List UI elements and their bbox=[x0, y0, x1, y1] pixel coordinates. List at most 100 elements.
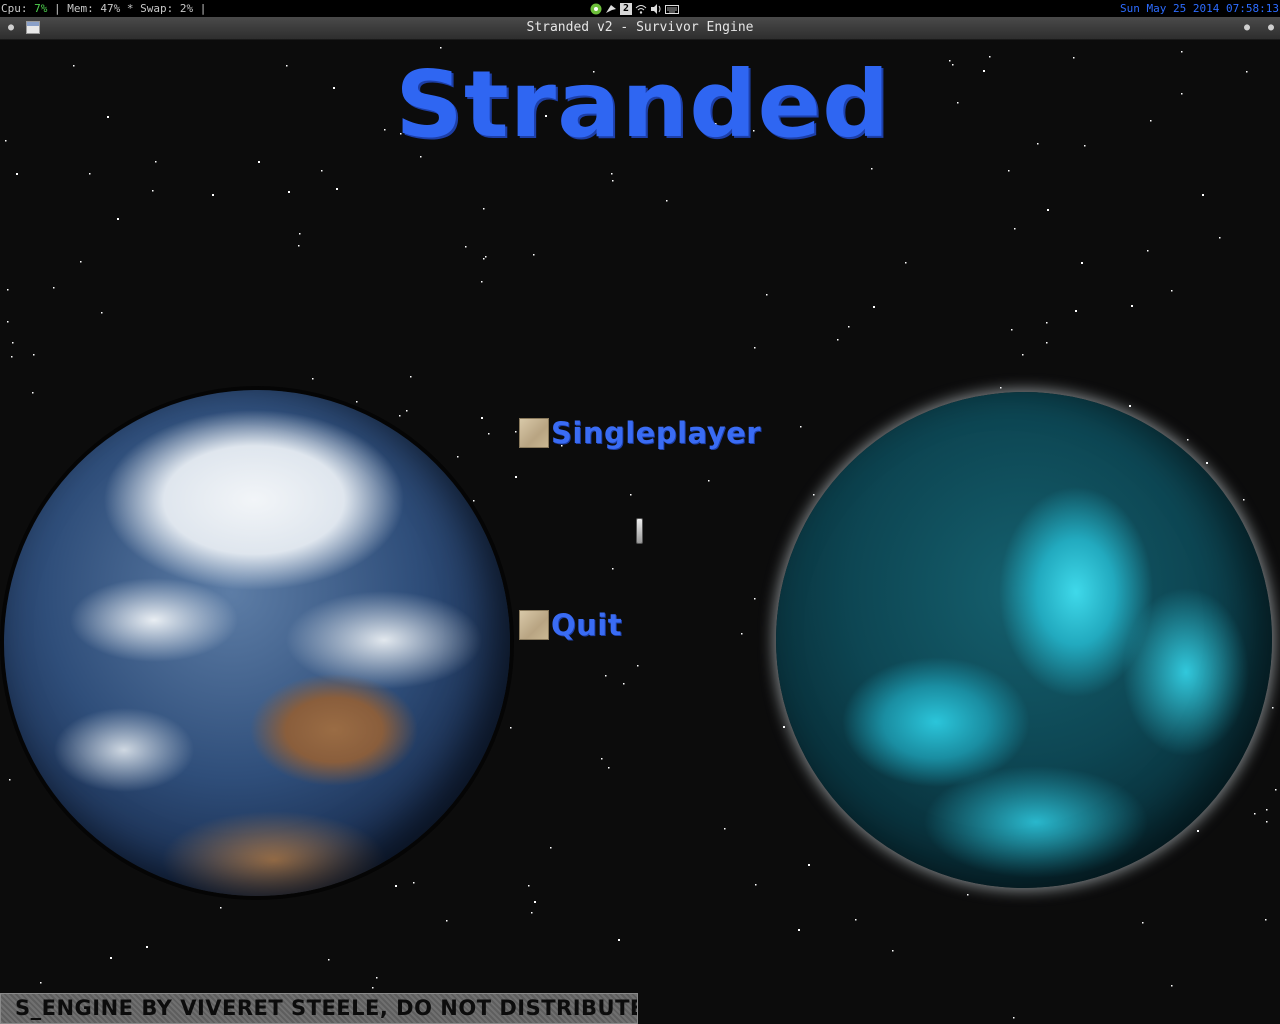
star bbox=[220, 907, 222, 909]
star bbox=[848, 326, 850, 328]
star bbox=[515, 476, 517, 478]
star bbox=[1046, 322, 1048, 324]
star bbox=[80, 261, 82, 263]
star bbox=[16, 173, 18, 175]
star bbox=[967, 894, 969, 896]
star bbox=[1014, 228, 1016, 230]
game-title-logo: Stranded bbox=[395, 51, 891, 158]
star bbox=[741, 633, 743, 635]
star bbox=[53, 287, 55, 289]
cpu-label: Cpu: bbox=[1, 2, 35, 15]
star bbox=[783, 726, 785, 728]
star bbox=[1246, 71, 1248, 73]
star bbox=[1171, 985, 1173, 987]
star bbox=[1266, 821, 1268, 823]
star bbox=[1046, 342, 1048, 344]
star bbox=[33, 354, 35, 356]
keyboard-icon[interactable] bbox=[665, 3, 679, 15]
star bbox=[1008, 170, 1010, 172]
star bbox=[1187, 439, 1189, 441]
star bbox=[798, 929, 800, 931]
star bbox=[395, 885, 397, 887]
star bbox=[321, 170, 323, 172]
system-monitor: Cpu: 7% | Mem: 47% * Swap: 2% | bbox=[1, 0, 206, 17]
star bbox=[9, 779, 11, 781]
workspace-indicator[interactable]: 2 bbox=[620, 2, 632, 15]
window-menu-dot-icon[interactable]: ● bbox=[6, 17, 16, 39]
star bbox=[1084, 145, 1086, 147]
star bbox=[1272, 707, 1274, 709]
star bbox=[983, 70, 985, 72]
star bbox=[446, 920, 448, 922]
star bbox=[605, 675, 607, 677]
star bbox=[356, 401, 358, 403]
star bbox=[1000, 387, 1002, 389]
star bbox=[813, 494, 815, 496]
star bbox=[1147, 250, 1149, 252]
star bbox=[372, 987, 374, 989]
star bbox=[333, 87, 335, 89]
star bbox=[1047, 209, 1049, 211]
star bbox=[612, 568, 614, 570]
star bbox=[299, 233, 301, 235]
star bbox=[957, 102, 959, 104]
star bbox=[155, 161, 157, 163]
star bbox=[637, 665, 639, 667]
star bbox=[949, 60, 951, 62]
star bbox=[117, 218, 119, 220]
volume-icon[interactable] bbox=[650, 3, 662, 15]
star bbox=[473, 500, 475, 502]
star bbox=[952, 64, 954, 66]
star bbox=[1081, 262, 1083, 264]
star bbox=[1073, 57, 1075, 59]
star bbox=[531, 912, 533, 914]
star bbox=[258, 161, 260, 163]
star bbox=[550, 847, 552, 849]
steam-icon[interactable] bbox=[590, 3, 602, 15]
window-titlebar[interactable]: ● Stranded v2 - Survivor Engine ● ● bbox=[0, 17, 1280, 40]
star bbox=[328, 959, 330, 961]
engine-credit-banner: S_ENGINE BY VIVERET STEELE, DO NOT DISTR… bbox=[0, 993, 638, 1024]
star bbox=[510, 727, 512, 729]
star bbox=[107, 116, 109, 118]
star bbox=[399, 415, 401, 417]
menu-bullet-icon bbox=[519, 418, 549, 448]
star bbox=[1265, 919, 1267, 921]
game-viewport[interactable]: Stranded Singleplayer Quit S_ENGINE BY V… bbox=[0, 40, 1280, 1024]
star bbox=[515, 431, 517, 433]
window-close-dot-icon[interactable]: ● bbox=[1266, 17, 1276, 39]
star bbox=[110, 957, 112, 959]
pidgin-icon[interactable] bbox=[605, 3, 617, 15]
singleplayer-button[interactable]: Singleplayer bbox=[519, 416, 761, 450]
quit-label: Quit bbox=[551, 608, 623, 642]
star bbox=[1037, 143, 1039, 145]
star bbox=[488, 433, 490, 435]
window-app-icon[interactable] bbox=[26, 21, 40, 34]
wifi-icon[interactable] bbox=[635, 3, 647, 15]
star bbox=[40, 982, 42, 984]
system-tray: 2 bbox=[590, 1, 679, 16]
window-button-dot-icon[interactable]: ● bbox=[1242, 17, 1252, 39]
star bbox=[441, 466, 443, 468]
star bbox=[528, 885, 530, 887]
star bbox=[1142, 922, 1144, 924]
star bbox=[1131, 305, 1133, 307]
star bbox=[1171, 290, 1173, 292]
star bbox=[288, 191, 290, 193]
star bbox=[312, 378, 314, 380]
star bbox=[608, 767, 610, 769]
star bbox=[410, 376, 412, 378]
star bbox=[533, 254, 535, 256]
star bbox=[212, 194, 214, 196]
window-title: Stranded v2 - Survivor Engine bbox=[526, 20, 754, 35]
singleplayer-label: Singleplayer bbox=[551, 416, 762, 450]
star bbox=[481, 417, 483, 419]
star bbox=[754, 347, 756, 349]
star bbox=[12, 342, 14, 344]
quit-button[interactable]: Quit bbox=[519, 608, 622, 642]
mouse-cursor-icon bbox=[636, 518, 643, 544]
star bbox=[286, 65, 288, 67]
star bbox=[457, 456, 459, 458]
cpu-value: 7% bbox=[34, 2, 48, 15]
star bbox=[534, 901, 536, 903]
